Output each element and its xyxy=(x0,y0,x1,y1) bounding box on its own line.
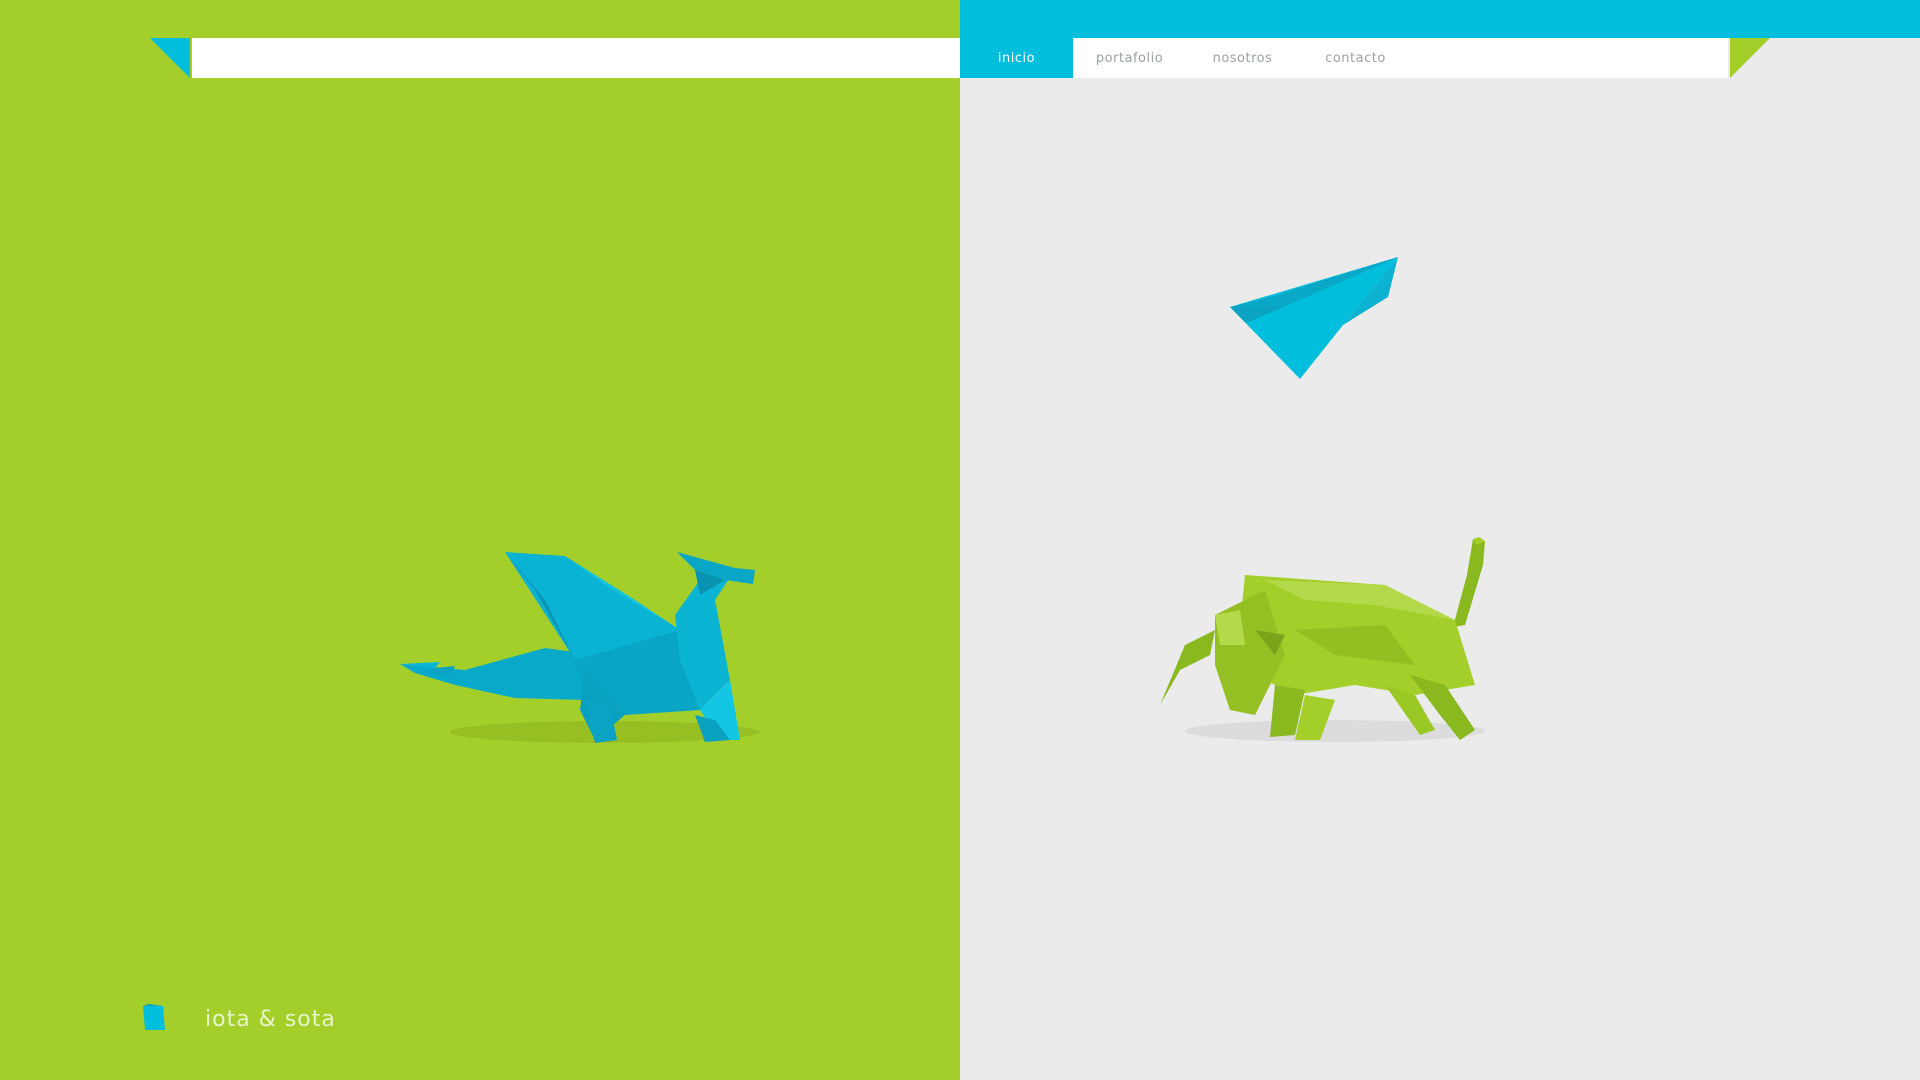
brand[interactable]: iota & sota xyxy=(143,1004,336,1034)
nav-item-portafolio[interactable]: portafolio xyxy=(1073,38,1186,78)
nav-item-inicio[interactable]: inicio xyxy=(960,38,1073,78)
header-corner-fold-right xyxy=(1730,38,1770,78)
origami-bull-icon xyxy=(1160,537,1485,742)
page: inicio portafolio nosotros contacto iota… xyxy=(0,0,1920,1080)
top-strip xyxy=(960,0,1920,38)
nav-item-contacto[interactable]: contacto xyxy=(1299,38,1412,78)
brand-name: iota & sota xyxy=(205,1006,336,1032)
folded-square-logo-icon xyxy=(143,1004,181,1034)
header-corner-fold-left xyxy=(150,38,190,78)
nav-item-nosotros[interactable]: nosotros xyxy=(1186,38,1299,78)
paper-plane-icon xyxy=(1230,257,1398,379)
main-nav: inicio portafolio nosotros contacto xyxy=(960,38,1412,78)
origami-dragon-icon xyxy=(400,552,760,743)
